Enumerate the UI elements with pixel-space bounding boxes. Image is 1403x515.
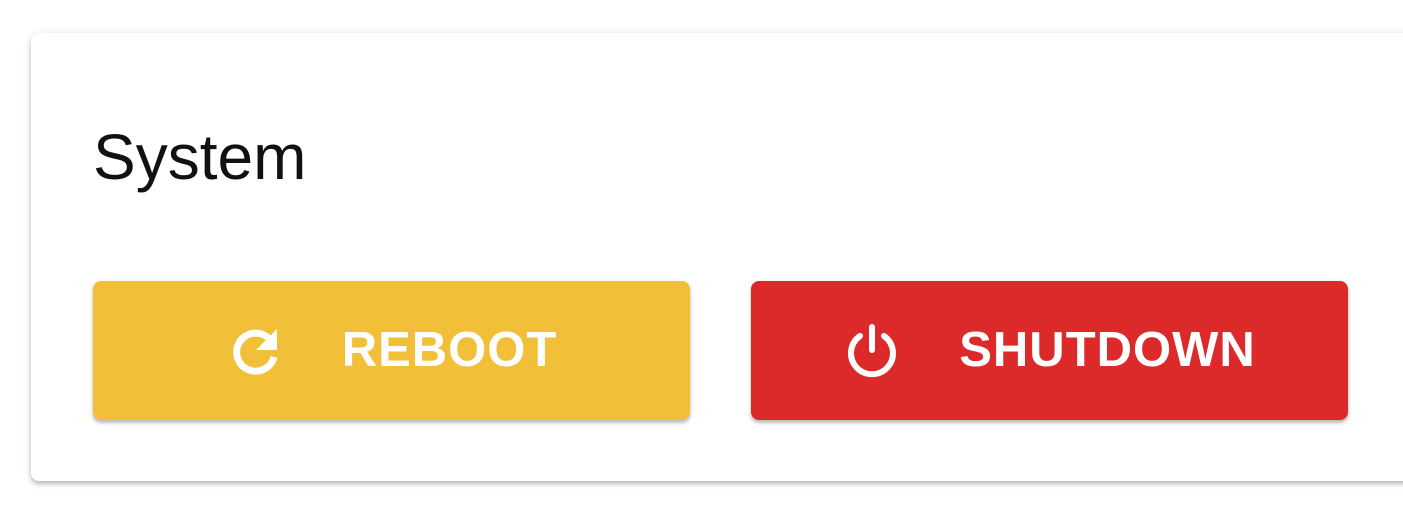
card-title: System bbox=[93, 121, 307, 193]
shutdown-button[interactable]: SHUTDOWN bbox=[751, 281, 1348, 420]
system-card: System REBOOT SHUTDOWN bbox=[31, 33, 1403, 481]
power-icon bbox=[843, 322, 901, 380]
reboot-button-label: REBOOT bbox=[341, 323, 558, 377]
reboot-button[interactable]: REBOOT bbox=[93, 281, 690, 420]
shutdown-button-label: SHUTDOWN bbox=[959, 323, 1256, 377]
refresh-icon bbox=[226, 322, 284, 380]
